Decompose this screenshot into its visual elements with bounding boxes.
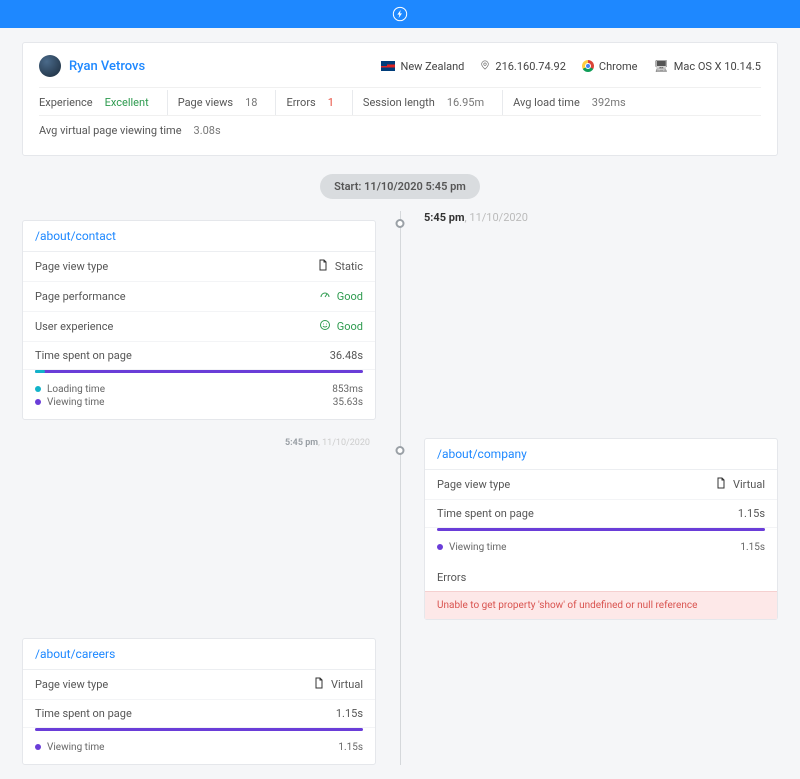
- apple-icon: 🖥: [654, 59, 669, 73]
- stat-label: Experience: [39, 96, 93, 109]
- legend-dot-viewing: [35, 744, 41, 750]
- time-legend: Loading time853ms Viewing time35.63s: [23, 379, 375, 419]
- error-message[interactable]: Unable to get property 'show' of undefin…: [425, 591, 777, 619]
- pageview-card-company[interactable]: /about/company Page view typeVirtual Tim…: [424, 438, 778, 620]
- stat-value: 3.08s: [194, 124, 221, 137]
- stat-value: Excellent: [105, 96, 149, 109]
- row-time: Time spent on page36.48s: [23, 342, 375, 370]
- top-bar: [0, 0, 800, 28]
- row-ux: User experienceGood: [23, 312, 375, 342]
- time-progress: [35, 370, 363, 373]
- time-legend: Viewing time1.15s: [23, 737, 375, 764]
- bolt-icon: [392, 6, 408, 22]
- pin-icon: [480, 60, 490, 73]
- timeline: 5:45 pm, 11/10/2020 /about/contact Page …: [22, 211, 778, 765]
- file-icon: [715, 477, 727, 492]
- row-time: Time spent on page1.15s: [425, 500, 777, 528]
- file-icon: [317, 259, 329, 274]
- session-meta: New Zealand 216.160.74.92 Chrome 🖥 Mac OS…: [381, 59, 761, 73]
- pageview-card-contact[interactable]: /about/contact Page view typeStatic Page…: [22, 220, 376, 420]
- country: New Zealand: [400, 60, 464, 73]
- row-pvtype: Page view typeStatic: [23, 252, 375, 282]
- gauge-icon: [319, 289, 331, 304]
- session-summary-card: Ryan Vetrovs New Zealand 216.160.74.92 C…: [22, 42, 778, 156]
- stats-row: Experience Excellent Page views 18 Errors 1…: [39, 87, 761, 115]
- time-legend: Viewing time1.15s: [425, 537, 777, 564]
- page-path[interactable]: /about/company: [425, 439, 777, 470]
- stat-value: 392ms: [592, 96, 626, 109]
- flag-icon: [381, 61, 395, 71]
- row-pvtype: Page view typeVirtual: [425, 470, 777, 500]
- user-name[interactable]: Ryan Vetrovs: [69, 59, 145, 74]
- stat-value: 16.95m: [447, 96, 484, 109]
- row-time: Time spent on page1.15s: [23, 700, 375, 728]
- legend-dot-loading: [35, 386, 41, 392]
- stat-label: Avg virtual page viewing time: [39, 124, 182, 137]
- file-icon: [313, 677, 325, 692]
- browser: Chrome: [599, 60, 638, 73]
- stat-label: Session length: [363, 96, 435, 109]
- legend-dot-viewing: [35, 399, 41, 405]
- stat-label: Avg load time: [513, 96, 580, 109]
- row-pvtype: Page view typeVirtual: [23, 670, 375, 700]
- pageview-card-careers[interactable]: /about/careers Page view typeVirtual Tim…: [22, 638, 376, 765]
- errors-label: Errors: [425, 564, 777, 591]
- row-perf: Page performanceGood: [23, 282, 375, 312]
- os: Mac OS X 10.14.5: [674, 60, 761, 73]
- time-progress: [35, 728, 363, 731]
- chrome-icon: [582, 60, 594, 72]
- session-start-pill: Start: 11/10/2020 5:45 pm: [320, 174, 480, 199]
- user-block[interactable]: Ryan Vetrovs: [39, 55, 145, 77]
- timeline-dot: [396, 446, 405, 455]
- page-path[interactable]: /about/contact: [23, 221, 375, 252]
- timestamp-small: 5:45 pm, 11/10/2020: [22, 438, 376, 448]
- smile-icon: [319, 319, 331, 334]
- ip-address: 216.160.74.92: [495, 60, 566, 73]
- legend-dot-viewing: [437, 544, 443, 550]
- stat-value: 18: [245, 96, 257, 109]
- stat-value: 1: [328, 96, 334, 109]
- page-path[interactable]: /about/careers: [23, 639, 375, 670]
- stat-label: Errors: [286, 96, 315, 109]
- avatar: [39, 55, 61, 77]
- stat-label: Page views: [178, 96, 233, 109]
- time-progress: [437, 528, 765, 531]
